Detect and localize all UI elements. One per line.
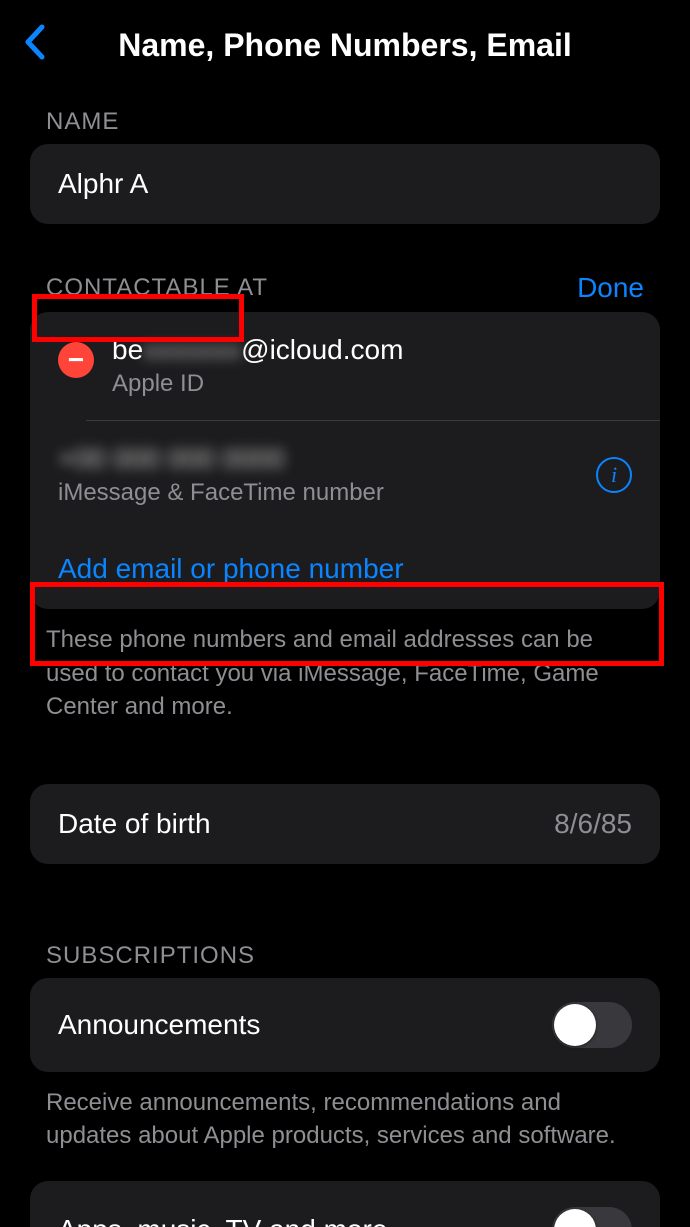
remove-icon[interactable]: − xyxy=(58,342,94,378)
contact-item-phone[interactable]: +00 000 000 0000 iMessage & FaceTime num… xyxy=(30,421,660,529)
name-section-header: NAME xyxy=(46,108,119,136)
info-icon[interactable]: i xyxy=(596,457,632,493)
contact-phone: +00 000 000 0000 xyxy=(58,443,584,475)
page-title: Name, Phone Numbers, Email xyxy=(0,27,690,64)
announcements-label: Announcements xyxy=(58,1009,260,1041)
contact-email-sub: Apple ID xyxy=(112,370,632,398)
subscriptions-header: SUBSCRIPTIONS xyxy=(46,942,255,970)
dob-value: 8/6/85 xyxy=(554,808,632,840)
contact-email: bexxxxxxx@icloud.com xyxy=(112,334,632,366)
announcements-row[interactable]: Announcements xyxy=(30,978,660,1072)
apps-music-row[interactable]: Apps, music, TV and more xyxy=(30,1181,660,1227)
name-row[interactable]: Alphr A xyxy=(30,144,660,224)
announcements-toggle[interactable] xyxy=(552,1002,632,1048)
apps-music-label: Apps, music, TV and more xyxy=(58,1214,387,1227)
back-button[interactable] xyxy=(16,17,52,74)
name-value: Alphr A xyxy=(58,168,148,200)
dob-row[interactable]: Date of birth 8/6/85 xyxy=(30,784,660,864)
add-contact-label: Add email or phone number xyxy=(58,553,404,585)
add-contact-button[interactable]: Add email or phone number xyxy=(30,529,660,609)
contact-phone-sub: iMessage & FaceTime number xyxy=(58,479,584,507)
contactable-header: CONTACTABLE AT xyxy=(46,274,268,302)
contactable-footer: These phone numbers and email addresses … xyxy=(30,609,660,724)
announcements-footer: Receive announcements, recommendations a… xyxy=(30,1072,660,1153)
apps-music-toggle[interactable] xyxy=(552,1207,632,1227)
contact-item-appleid[interactable]: − bexxxxxxx@icloud.com Apple ID xyxy=(30,312,660,420)
dob-label: Date of birth xyxy=(58,808,211,840)
done-button[interactable]: Done xyxy=(577,272,644,304)
